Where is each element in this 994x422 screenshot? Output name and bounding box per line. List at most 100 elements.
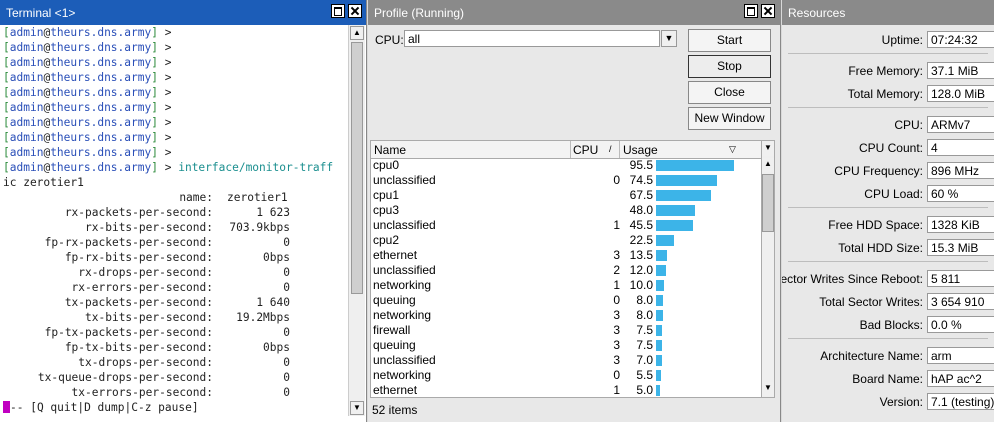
dropdown-arrow-icon[interactable]: ▼ xyxy=(661,30,677,47)
resource-value[interactable]: 896 MHz xyxy=(927,162,994,179)
resources-titlebar[interactable]: Resources xyxy=(782,0,994,25)
table-header: Name CPU / Usage ▽ xyxy=(371,141,762,159)
profile-table[interactable]: Name CPU / Usage ▽ cpu0 95.5 unclassified 0… xyxy=(370,140,763,398)
resource-value[interactable]: 1328 KiB xyxy=(927,216,994,233)
scroll-down-icon[interactable]: ▼ xyxy=(762,382,774,396)
close-button[interactable]: Close xyxy=(688,81,771,104)
resource-value[interactable]: 7.1 (testing) xyxy=(927,393,994,410)
scroll-up-icon[interactable]: ▲ xyxy=(350,26,364,40)
resources-title: Resources xyxy=(788,6,846,20)
close-icon[interactable] xyxy=(348,4,362,18)
resource-label: Total Memory: xyxy=(847,87,923,101)
table-row[interactable]: ethernet 1 5.0 xyxy=(371,383,762,397)
row-name: cpu3 xyxy=(373,203,400,217)
resource-value[interactable]: 5 811 xyxy=(927,270,994,287)
table-row[interactable]: ethernet 3 13.5 xyxy=(371,248,762,263)
resource-row: Free HDD Space: 1328 KiB xyxy=(782,216,994,234)
stat-value: 1 623 xyxy=(256,206,290,219)
column-name[interactable]: Name xyxy=(374,143,406,157)
terminal-titlebar[interactable]: Terminal <1> xyxy=(0,0,366,25)
resource-label: Architecture Name: xyxy=(820,349,923,363)
resource-value[interactable]: 37.1 MiB xyxy=(927,62,994,79)
stat-line: name: zerotier1 xyxy=(0,190,346,205)
resource-value[interactable]: 15.3 MiB xyxy=(927,239,994,256)
resource-value[interactable]: 60 % xyxy=(927,185,994,202)
table-row[interactable]: firewall 3 7.5 xyxy=(371,323,762,338)
scroll-up-icon[interactable]: ▲ xyxy=(762,158,774,172)
resources-window[interactable]: Resources Uptime: 07:24:32 Free Memory: 37.… xyxy=(782,0,994,422)
prompt-suffix: > xyxy=(157,101,172,114)
table-row[interactable]: queuing 0 8.0 xyxy=(371,293,762,308)
cpu-select[interactable]: all xyxy=(404,30,660,47)
column-cpu[interactable]: CPU xyxy=(573,143,598,157)
terminal-scrollbar[interactable]: ▲ ▼ xyxy=(348,25,365,416)
profile-titlebar[interactable]: Profile (Running) xyxy=(368,0,780,25)
resource-row: Total Memory: 128.0 MiB xyxy=(782,85,994,103)
row-cpu: 0 xyxy=(613,368,620,382)
usage-bar xyxy=(656,235,674,246)
column-usage[interactable]: Usage xyxy=(623,143,658,157)
resource-value[interactable]: 4 xyxy=(927,139,994,156)
terminal-window[interactable]: Terminal <1> [admin@theurs.dns.army] > [a… xyxy=(0,0,367,422)
command-line-wrap: ic zerotier1 xyxy=(0,175,346,190)
stat-value: 0 xyxy=(283,236,290,249)
table-row[interactable]: cpu2 22.5 xyxy=(371,233,762,248)
bracket-close: ] xyxy=(151,86,158,99)
row-usage: 48.0 xyxy=(629,203,653,217)
resource-value[interactable]: 128.0 MiB xyxy=(927,85,994,102)
resource-label: Uptime: xyxy=(881,33,923,47)
usage-bar xyxy=(656,175,717,186)
close-icon[interactable] xyxy=(761,4,775,18)
resource-value[interactable]: ARMv7 xyxy=(927,116,994,133)
table-row[interactable]: unclassified 2 12.0 xyxy=(371,263,762,278)
table-scrollbar[interactable]: ▼ ▲ ▼ xyxy=(761,140,775,398)
bracket-close: ] xyxy=(151,71,158,84)
resource-value[interactable]: arm xyxy=(927,347,994,364)
resource-value[interactable]: hAP ac^2 xyxy=(927,370,994,387)
sort-icon[interactable]: / xyxy=(609,144,612,154)
row-usage: 5.0 xyxy=(636,383,653,397)
terminal-footer: -- [Q quit|D dump|C-z pause] xyxy=(0,400,346,415)
table-row[interactable]: unclassified 3 7.0 xyxy=(371,353,762,368)
table-row[interactable]: networking 0 5.5 xyxy=(371,368,762,383)
bracket-close: ] xyxy=(151,161,158,174)
table-row[interactable]: cpu3 48.0 xyxy=(371,203,762,218)
table-row[interactable]: unclassified 1 45.5 xyxy=(371,218,762,233)
usage-bar xyxy=(656,355,662,366)
prompt-suffix: > xyxy=(157,56,172,69)
table-row[interactable]: queuing 3 7.5 xyxy=(371,338,762,353)
stop-button[interactable]: Stop xyxy=(688,55,771,78)
profile-window[interactable]: Profile (Running) CPU: all ▼ Start Stop … xyxy=(368,0,781,422)
new-window-button[interactable]: New Window xyxy=(688,107,771,130)
scroll-thumb[interactable] xyxy=(351,42,363,294)
row-name: unclassified xyxy=(373,353,436,367)
row-name: cpu1 xyxy=(373,188,400,202)
table-row[interactable]: networking 1 10.0 xyxy=(371,278,762,293)
stat-line: tx-drops-per-second: 0 xyxy=(0,355,346,370)
table-row[interactable]: cpu0 95.5 xyxy=(371,158,762,173)
bracket-close: ] xyxy=(151,146,158,159)
stat-value: 0 xyxy=(283,266,290,279)
bracket-open: [ xyxy=(3,26,10,39)
table-row[interactable]: unclassified 0 74.5 xyxy=(371,173,762,188)
scroll-thumb[interactable] xyxy=(762,174,774,232)
maximize-icon[interactable] xyxy=(744,4,758,18)
sort-icon[interactable]: ▽ xyxy=(729,144,736,155)
scroll-down-icon[interactable]: ▼ xyxy=(350,401,364,415)
table-row[interactable]: cpu1 67.5 xyxy=(371,188,762,203)
table-row[interactable]: networking 3 8.0 xyxy=(371,308,762,323)
row-usage: 22.5 xyxy=(629,233,653,247)
stat-label: rx-errors-per-second: xyxy=(71,281,213,294)
resource-label: CPU Load: xyxy=(864,187,923,201)
scroll-up-icon[interactable]: ▼ xyxy=(762,142,774,156)
resource-value[interactable]: 0.0 % xyxy=(927,316,994,333)
row-usage: 45.5 xyxy=(629,218,653,232)
terminal-output[interactable]: [admin@theurs.dns.army] > [admin@theurs.d… xyxy=(0,25,346,422)
prompt-line: [admin@theurs.dns.army] > xyxy=(0,70,346,85)
row-usage: 95.5 xyxy=(629,158,653,172)
maximize-icon[interactable] xyxy=(331,4,345,18)
resource-value[interactable]: 07:24:32 xyxy=(927,31,994,48)
start-button[interactable]: Start xyxy=(688,29,771,52)
row-usage: 74.5 xyxy=(629,173,653,187)
resource-value[interactable]: 3 654 910 xyxy=(927,293,994,310)
